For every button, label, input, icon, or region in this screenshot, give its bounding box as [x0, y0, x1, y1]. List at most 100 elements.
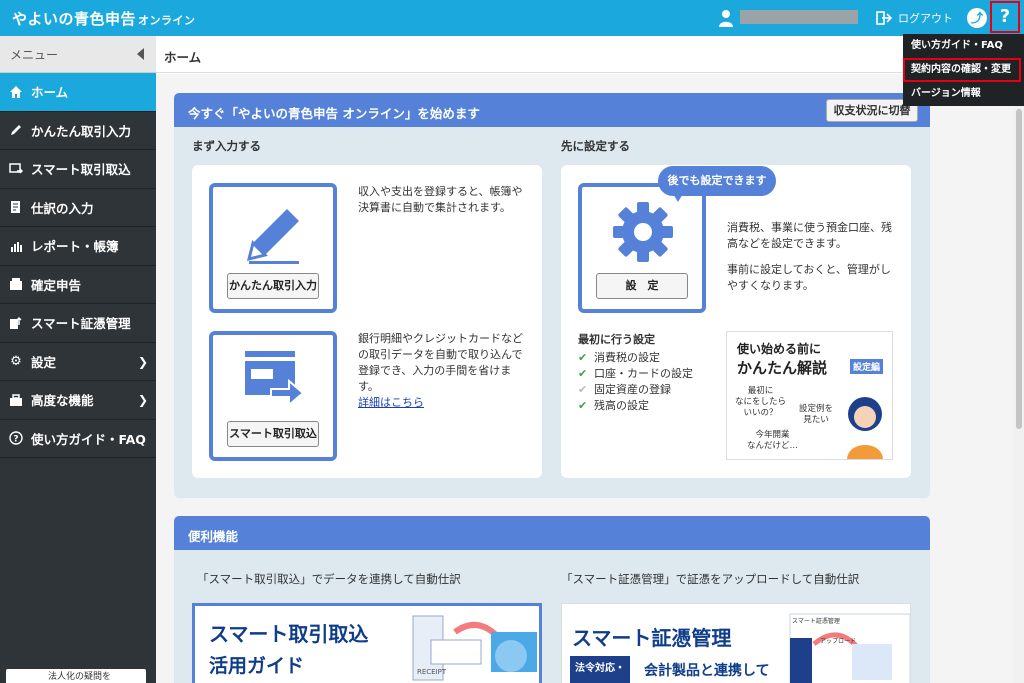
- chevron-right-icon: ❯: [137, 393, 148, 407]
- import-illustration: [412, 615, 537, 681]
- help-button[interactable]: ?: [990, 1, 1020, 33]
- easy-guide-banner[interactable]: 使い始める前に かんたん解説 設定編 最初に なにをしたら いいの？ 設定例を …: [726, 331, 893, 460]
- details-link[interactable]: 詳細はこちら: [358, 396, 424, 409]
- logout-button[interactable]: ログアウト: [876, 8, 953, 28]
- sidebar-item-voucher[interactable]: スマート証憑管理: [0, 304, 156, 343]
- banner-subtitle: 活用ガイド: [209, 655, 305, 677]
- menu-header: メニュー: [0, 36, 156, 73]
- sidebar-item-guide[interactable]: ? 使い方ガイド・FAQ: [0, 420, 156, 458]
- easy-entry-description: 収入や支出を登録すると、帳簿や 決算書に自動で集計されます。: [358, 185, 523, 214]
- sidebar-item-journal[interactable]: 仕訳の入力: [0, 189, 156, 227]
- sidebar-item-home[interactable]: ホーム: [0, 73, 156, 112]
- promo-question: 設定例を 見たい: [799, 404, 834, 425]
- assist-icon[interactable]: ⤴: [967, 8, 987, 28]
- sidebar-item-easy-entry[interactable]: かんたん取引入力: [0, 112, 156, 150]
- smart-import-caption: 「スマート取引取込」でデータを連携して自動仕訳: [197, 572, 461, 586]
- voucher-icon: [8, 315, 24, 331]
- sidebar-item-advanced[interactable]: 高度な機能 ❯: [0, 381, 156, 420]
- check-icon: ✔: [578, 350, 588, 364]
- smart-import-tile[interactable]: スマート取引取込: [209, 331, 337, 461]
- settings-description: 消費税、事業に使う預金口座、残 高などを設定できます。 事前に設定しておくと、管…: [727, 221, 892, 292]
- scroll-thumb[interactable]: [1016, 109, 1022, 429]
- home-icon: [8, 84, 24, 100]
- sidebar-item-tax-return[interactable]: 確定申告: [0, 266, 156, 304]
- easy-entry-button[interactable]: かんたん取引入力: [227, 273, 319, 299]
- banner-title: スマート取引取込: [209, 622, 369, 646]
- smart-import-button[interactable]: スマート取引取込: [227, 421, 319, 447]
- app-header: やよいの青色申告 オンライン ログアウト ⤴ ?: [0, 0, 1024, 36]
- check-icon: ✔: [578, 398, 588, 412]
- help-dropdown-menu: 使い方ガイド・FAQ 契約内容の確認・変更 バージョン情報: [903, 34, 1024, 106]
- features-panel-header: 便利機能: [174, 516, 930, 550]
- svg-text:?: ?: [13, 435, 18, 445]
- collapse-icon[interactable]: [137, 48, 144, 60]
- receipt-label: RECEIPT: [417, 668, 447, 676]
- start-panel-header: 今すぐ「やよいの青色申告 オンライン」を始めます 収支状況に切替: [174, 93, 930, 127]
- promo-question: 今年開業 なんだけど…: [747, 430, 799, 451]
- sidebar-item-reports[interactable]: レポート・帳簿: [0, 227, 156, 266]
- settings-button[interactable]: 設 定: [596, 273, 688, 299]
- promo-question: 最初に なにをしたら いいの？: [735, 386, 787, 418]
- menu-label: メニュー: [10, 47, 59, 62]
- start-panel-title: 今すぐ「やよいの青色申告 オンライン」を始めます: [188, 106, 480, 121]
- sidebar-item-label: 使い方ガイド・FAQ: [31, 431, 146, 447]
- smart-voucher-caption: 「スマート証憑管理」で証憑をアップロードして自動仕訳: [561, 572, 860, 586]
- mini-upload-label: アップロード: [820, 638, 857, 645]
- sidebar-item-smart-import[interactable]: スマート取引取込: [0, 150, 156, 189]
- initial-settings-checklist: 最初に行う設定 ✔ 消費税の設定 ✔ 口座・カードの設定 ✔ 固定資産の登録 ✔ 残高の…: [578, 331, 693, 413]
- sidebar-item-label: 仕訳の入力: [31, 200, 94, 216]
- logout-icon: [876, 11, 892, 25]
- sidebar-item-label: スマート取引取込: [31, 162, 131, 178]
- help-circle-icon: ?: [8, 430, 24, 446]
- sidebar: メニュー ホーム かんたん取引入力 スマート取引取込 仕訳の入力 レポート・帳簿…: [0, 36, 156, 683]
- promo-tag: 設定編: [850, 359, 884, 374]
- page-title: ホーム: [164, 50, 202, 65]
- features-panel-title: 便利機能: [188, 529, 239, 544]
- easy-entry-tile[interactable]: かんたん取引入力: [209, 183, 337, 313]
- smart-import-guide-banner[interactable]: スマート取引取込 活用ガイド RECEIPT: [192, 603, 542, 683]
- promo-line2: かんたん解説: [737, 359, 828, 377]
- gear-icon: ⚙: [10, 353, 22, 369]
- import-icon: [8, 161, 24, 177]
- sidebar-item-label: 高度な機能: [31, 393, 94, 409]
- checklist-item[interactable]: ✔ 消費税の設定: [578, 349, 693, 365]
- smart-import-description: 銀行明細やクレジットカードなど の取引データを自動で取り込んで 登録でき、入力の…: [358, 332, 523, 409]
- sidebar-item-label: スマート証憑管理: [31, 316, 131, 332]
- gear-icon: [613, 202, 673, 262]
- pencil-icon: [8, 122, 24, 138]
- incorporation-banner[interactable]: 法人化の疑問を: [6, 669, 146, 683]
- check-icon: ✔: [578, 382, 588, 396]
- sidebar-item-label: ホーム: [31, 85, 69, 101]
- app-logo[interactable]: やよいの青色申告 オンライン: [12, 8, 196, 29]
- sidebar-item-label: かんたん取引入力: [31, 123, 132, 139]
- promo-line1: 使い始める前に: [737, 342, 822, 356]
- page-scrollbar[interactable]: [1014, 74, 1024, 683]
- smart-voucher-banner[interactable]: スマート証憑管理 法令対応・ 会計製品と連携して スマート証憑管理 アップロード: [561, 603, 911, 683]
- settings-section-title: 先に設定する: [561, 139, 630, 153]
- menu-item-guide-faq[interactable]: 使い方ガイド・FAQ: [903, 34, 1024, 58]
- import-icon: [245, 351, 305, 408]
- sidebar-item-label: 設定: [31, 354, 57, 370]
- pencil-icon: [246, 209, 299, 264]
- toolbox-icon: [8, 392, 24, 408]
- mini-title: スマート証憑管理: [792, 618, 840, 625]
- checklist-item[interactable]: ✔ 口座・カードの設定: [578, 365, 693, 381]
- journal-icon: [8, 199, 24, 215]
- banner-subtitle: 会計製品と連携して: [644, 663, 770, 679]
- input-section-title: まず入力する: [192, 139, 261, 153]
- menu-item-version[interactable]: バージョン情報: [903, 82, 1024, 106]
- tax-return-icon: [8, 276, 24, 292]
- logout-label: ログアウト: [898, 12, 953, 25]
- checklist-item[interactable]: ✔ 残高の設定: [578, 397, 693, 413]
- user-name-redacted: [740, 10, 858, 24]
- settings-later-bubble: 後でも設定できます: [658, 166, 776, 196]
- chevron-right-icon: ❯: [137, 354, 148, 369]
- user-icon: [719, 10, 733, 27]
- person-illustration: [847, 397, 883, 459]
- checklist-item[interactable]: ✔ 固定資産の登録: [578, 381, 693, 397]
- menu-item-contract[interactable]: 契約内容の確認・変更: [903, 58, 1021, 82]
- check-icon: ✔: [578, 366, 588, 380]
- sidebar-item-settings[interactable]: ⚙ 設定 ❯: [0, 343, 156, 381]
- settings-tile[interactable]: 設 定: [578, 183, 706, 313]
- sidebar-item-label: 確定申告: [31, 277, 82, 293]
